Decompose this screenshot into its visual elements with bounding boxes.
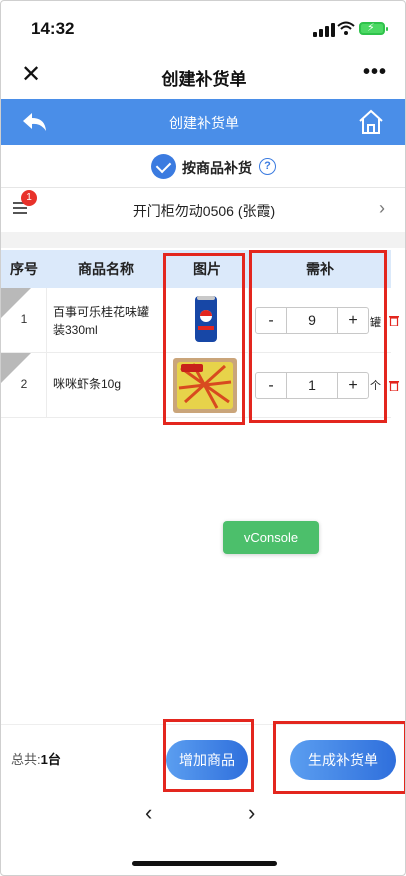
more-button[interactable]: ••• — [363, 61, 387, 84]
phone-screen: 14:32 ⚡ ✕ 创建补货单 ••• 创建补货单 按商品补货 ? 1 开门柜勿… — [0, 0, 406, 876]
mode-label: 按商品补货 — [182, 160, 252, 176]
product-name: 百事可乐桂花味罐装330ml — [53, 305, 150, 337]
home-icon[interactable] — [357, 108, 385, 136]
app-header: 创建补货单 — [1, 99, 405, 145]
total-count: 总共:1台 — [11, 749, 61, 768]
section-gap — [1, 232, 405, 248]
row-index: 1 — [20, 312, 28, 326]
back-chevron-icon[interactable]: ‹ — [145, 800, 152, 826]
highlight-quantity-column — [249, 250, 387, 423]
highlight-image-column — [163, 253, 245, 425]
header-title: 创建补货单 — [169, 115, 239, 131]
wifi-icon — [337, 21, 355, 35]
forward-chevron-icon[interactable]: › — [248, 800, 255, 826]
delete-icon[interactable] — [389, 380, 399, 391]
navigation-bar: ✕ 创建补货单 ••• — [1, 53, 405, 99]
status-bar: 14:32 ⚡ — [1, 1, 405, 53]
browser-pager: ‹ › — [1, 786, 405, 846]
highlight-generate-button — [273, 721, 405, 794]
charging-battery-icon: ⚡ — [359, 22, 388, 35]
status-time: 14:32 — [31, 19, 75, 38]
help-icon[interactable]: ? — [259, 158, 276, 175]
cabinet-selector[interactable]: 1 开门柜勿动0506 (张霞) › — [1, 188, 405, 232]
check-circle-icon[interactable] — [151, 154, 176, 179]
delete-icon[interactable] — [389, 315, 399, 326]
signal-icon — [313, 23, 335, 37]
page-title: 创建补货单 — [161, 70, 247, 89]
column-header-index: 序号 — [10, 261, 38, 277]
total-label: 总共: — [11, 752, 41, 767]
column-header-name: 商品名称 — [78, 261, 134, 277]
total-value: 1台 — [40, 752, 61, 767]
row-index: 2 — [20, 377, 28, 391]
vconsole-button[interactable]: vConsole — [223, 521, 319, 554]
cabinet-name: 开门柜勿动0506 (张霞) — [132, 203, 276, 219]
product-name: 咪咪虾条10g — [53, 377, 122, 391]
highlight-add-button — [163, 719, 254, 792]
home-indicator — [132, 861, 277, 866]
replenish-mode-row[interactable]: 按商品补货 ? — [1, 145, 405, 187]
chevron-right-icon[interactable]: › — [379, 198, 385, 219]
